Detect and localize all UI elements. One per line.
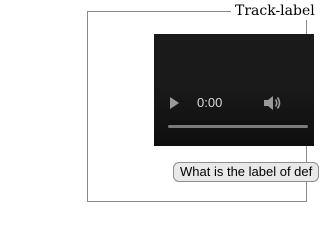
volume-icon[interactable] (262, 95, 282, 111)
video-player[interactable] (154, 34, 314, 146)
video-controls-gradient (154, 84, 314, 146)
seek-slider[interactable] (168, 125, 308, 128)
track-label-question-button[interactable]: What is the label of def (173, 162, 320, 182)
fieldset-legend: Track-label (231, 2, 319, 20)
current-time: 0:00 (197, 95, 223, 110)
play-icon[interactable] (166, 95, 182, 111)
